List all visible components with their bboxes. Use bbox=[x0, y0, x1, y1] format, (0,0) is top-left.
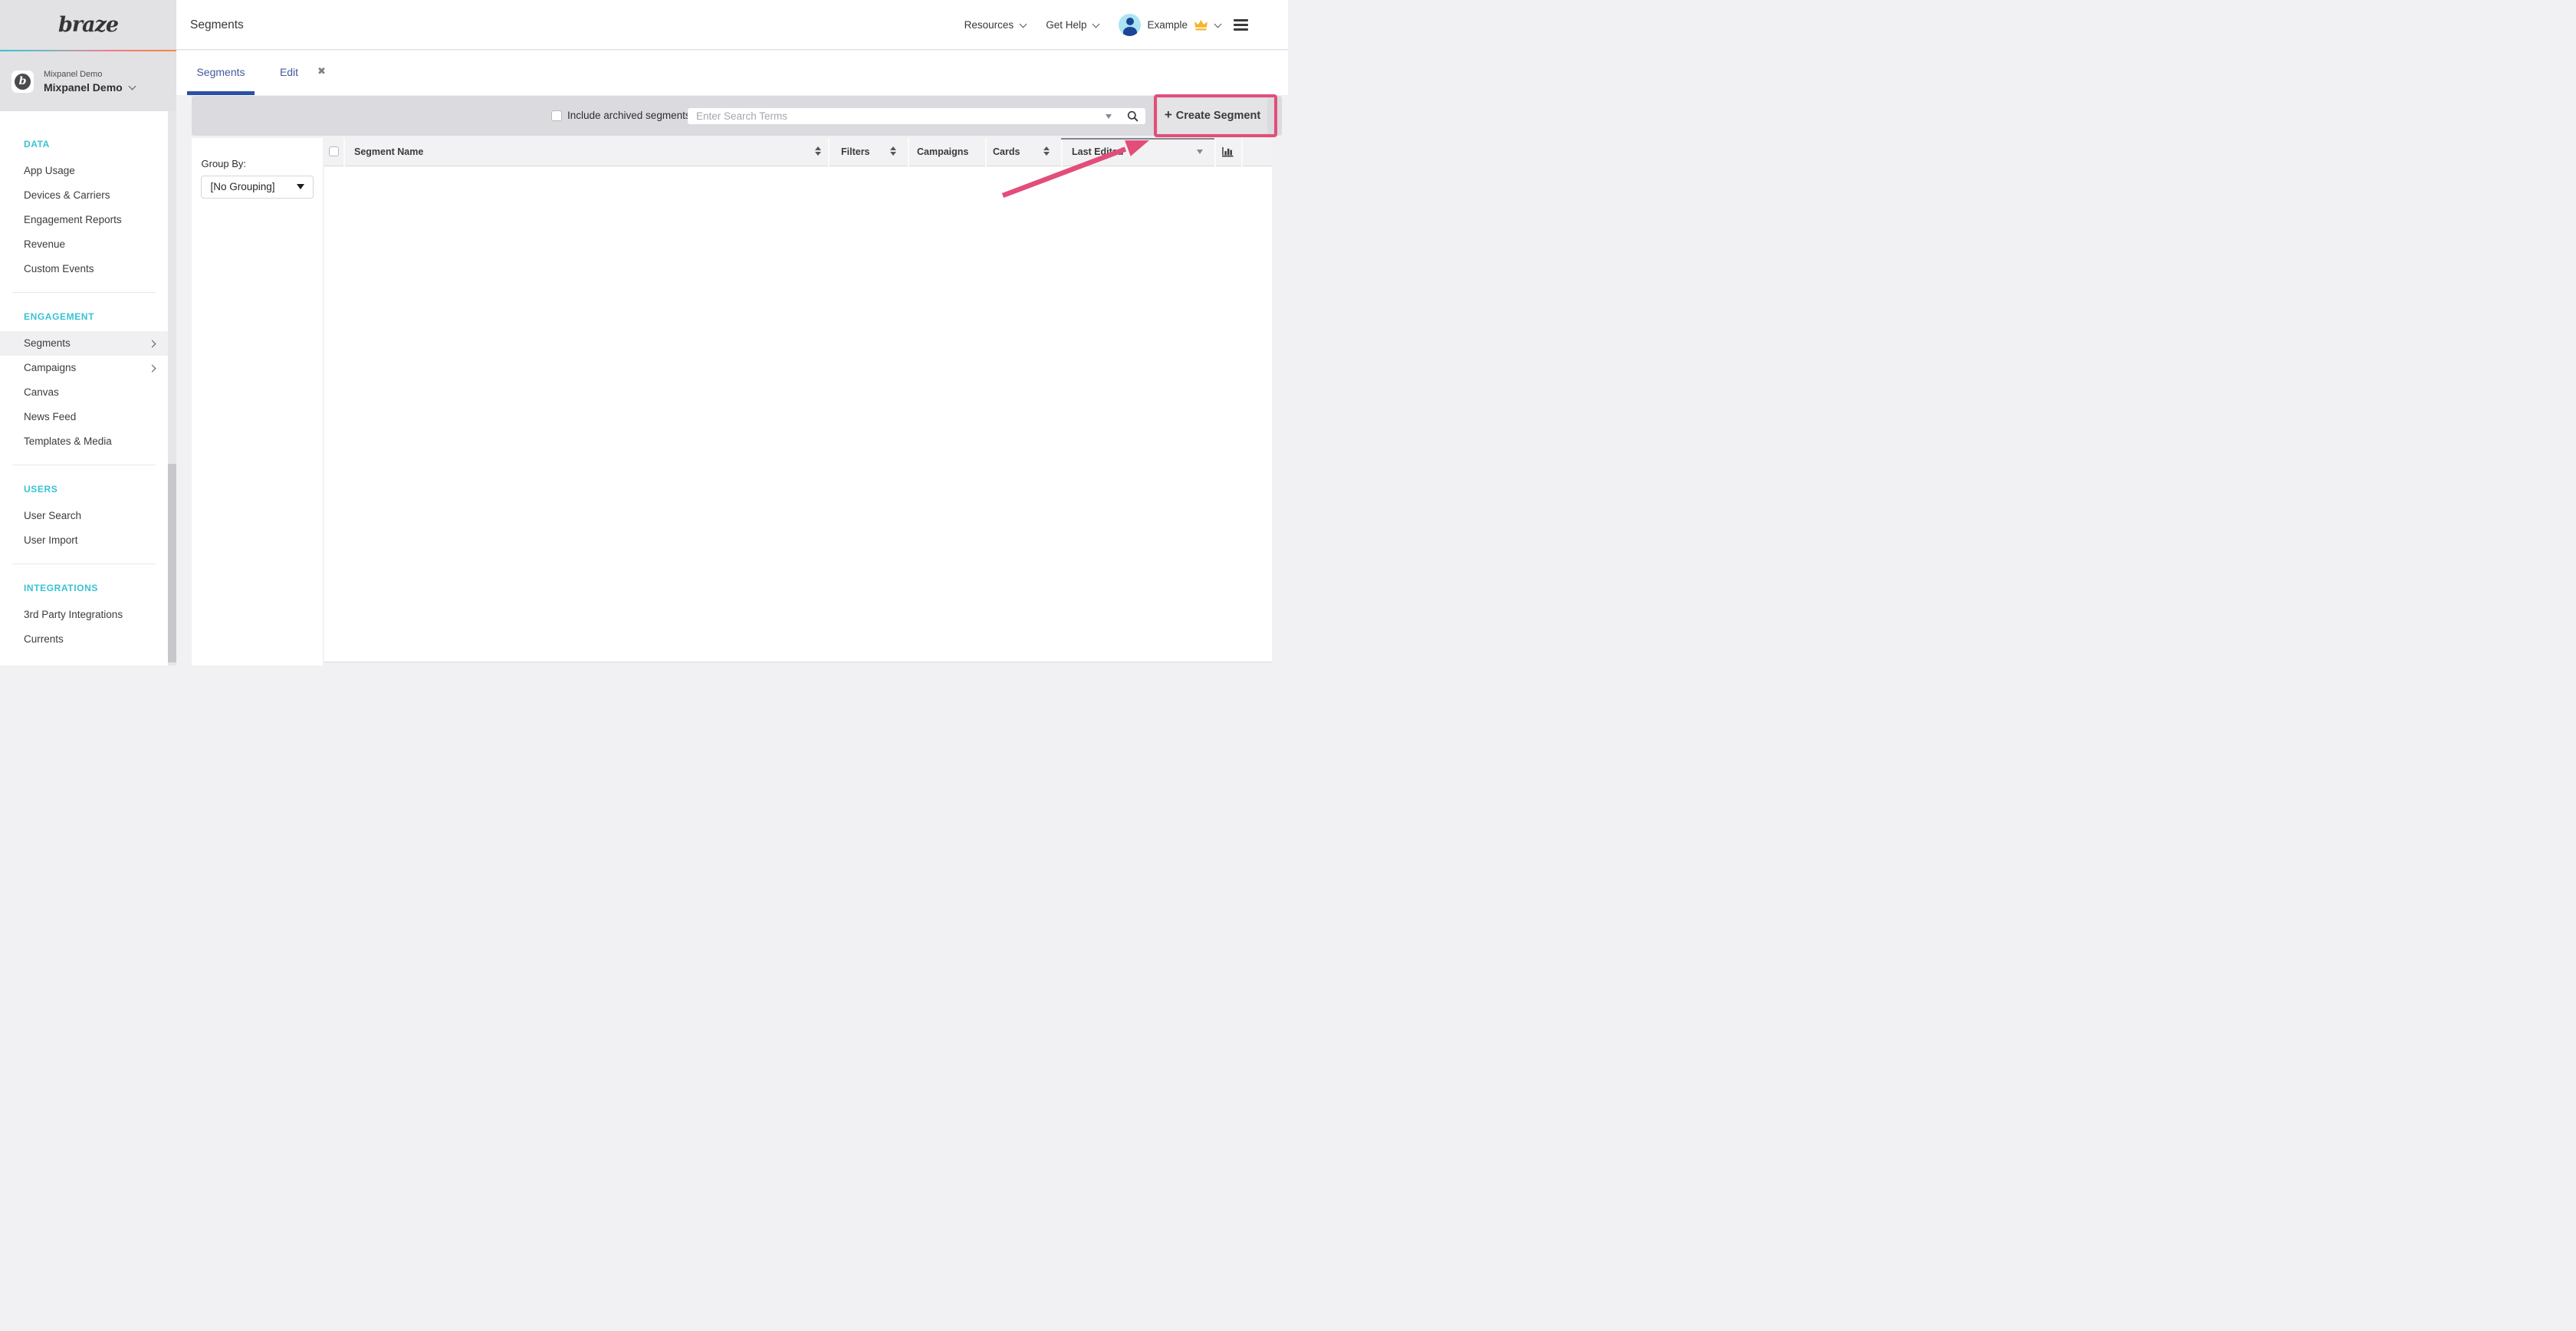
group-by-panel: Group By: [No Grouping] bbox=[192, 138, 323, 666]
sidebar-nav: DATA App Usage Devices & Carriers Engage… bbox=[0, 111, 168, 652]
sidebar-item-label: Campaigns bbox=[24, 362, 76, 373]
tab-bar: Segments Edit 'Test' ✖ bbox=[176, 51, 1288, 95]
sidebar-item-news-feed[interactable]: News Feed bbox=[0, 405, 168, 429]
workspace-icon: b bbox=[12, 71, 34, 93]
search-box bbox=[688, 108, 1145, 124]
section-heading-users: USERS bbox=[24, 481, 168, 498]
sort-direction-caret-icon[interactable] bbox=[1197, 150, 1203, 154]
divider bbox=[12, 292, 156, 293]
sidebar-item-devices-carriers[interactable]: Devices & Carriers bbox=[0, 183, 168, 208]
section-heading-integrations: INTEGRATIONS bbox=[24, 580, 168, 596]
segments-content: Include archived segments + Create Segme… bbox=[176, 95, 1288, 666]
dropdown-caret-icon bbox=[297, 184, 304, 189]
workspace-text: Mixpanel Demo Mixpanel Demo bbox=[44, 70, 135, 94]
sidebar-item-user-search[interactable]: User Search bbox=[0, 504, 168, 528]
tab-edit-test[interactable]: Edit 'Test' bbox=[267, 51, 311, 95]
column-header-last-edited[interactable]: Last Edited bbox=[1072, 138, 1123, 166]
section-heading-data: DATA bbox=[24, 136, 168, 153]
sort-icon[interactable] bbox=[1043, 146, 1050, 156]
chevron-right-icon bbox=[149, 340, 156, 348]
avatar[interactable] bbox=[1119, 14, 1141, 36]
create-segment-label: Create Segment bbox=[1176, 110, 1260, 122]
column-separator bbox=[1241, 138, 1243, 166]
sidebar-item-revenue[interactable]: Revenue bbox=[0, 232, 168, 257]
chevron-right-icon bbox=[149, 365, 156, 373]
logo-block: braze bbox=[0, 0, 176, 50]
create-segment-button[interactable]: + Create Segment bbox=[1158, 98, 1267, 133]
search-icon[interactable] bbox=[1127, 110, 1138, 126]
column-separator bbox=[828, 138, 830, 166]
section-items: App Usage Devices & Carriers Engagement … bbox=[0, 159, 168, 281]
column-separator bbox=[908, 138, 909, 166]
section-items: 3rd Party Integrations Currents bbox=[0, 603, 168, 652]
select-all-checkbox[interactable] bbox=[329, 146, 339, 156]
column-header-cards[interactable]: Cards bbox=[993, 138, 1020, 166]
chevron-down-icon bbox=[128, 82, 136, 90]
sidebar-item-3rd-party-integrations[interactable]: 3rd Party Integrations bbox=[0, 603, 168, 627]
group-by-select[interactable]: [No Grouping] bbox=[201, 176, 314, 199]
workspace-logo-icon: b bbox=[15, 74, 31, 90]
get-help-label: Get Help bbox=[1046, 19, 1086, 31]
segments-toolbar: Include archived segments + Create Segme… bbox=[192, 96, 1282, 136]
sidebar-item-custom-events[interactable]: Custom Events bbox=[0, 257, 168, 281]
sidebar-item-segments[interactable]: Segments bbox=[0, 331, 168, 356]
sidebar-item-campaigns[interactable]: Campaigns bbox=[0, 356, 168, 380]
hamburger-menu-icon[interactable] bbox=[1234, 18, 1248, 32]
search-input[interactable] bbox=[688, 108, 1145, 124]
sidebar-item-app-usage[interactable]: App Usage bbox=[0, 159, 168, 183]
close-tab-icon[interactable]: ✖ bbox=[317, 51, 326, 95]
get-help-menu[interactable]: Get Help bbox=[1046, 19, 1099, 31]
workspace-app-name: Mixpanel Demo bbox=[44, 70, 135, 79]
resources-menu[interactable]: Resources bbox=[964, 19, 1027, 31]
sort-icon[interactable] bbox=[890, 146, 896, 156]
column-header-filters[interactable]: Filters bbox=[841, 138, 870, 166]
sidebar-item-label: Segments bbox=[24, 337, 71, 349]
section-items: Segments Campaigns Canvas News Feed Temp… bbox=[0, 331, 168, 454]
column-separator bbox=[343, 138, 345, 166]
sidebar-item-currents[interactable]: Currents bbox=[0, 627, 168, 652]
sidebar-item-canvas[interactable]: Canvas bbox=[0, 380, 168, 405]
top-bar-right: Resources Get Help Example bbox=[964, 0, 1248, 50]
column-separator bbox=[1214, 138, 1216, 166]
crown-icon bbox=[1194, 19, 1208, 31]
chevron-down-icon bbox=[1092, 20, 1100, 28]
braze-logo: braze bbox=[58, 13, 118, 37]
search-dropdown-caret-icon[interactable] bbox=[1106, 114, 1112, 119]
column-header-segment-name[interactable]: Segment Name bbox=[354, 138, 423, 166]
sidebar-scrollbar[interactable] bbox=[168, 111, 177, 666]
account-name: Example bbox=[1147, 19, 1188, 31]
plus-icon: + bbox=[1165, 107, 1172, 123]
braze-dashboard: braze b Mixpanel Demo Mixpanel Demo DATA… bbox=[0, 0, 1288, 666]
section-heading-engagement: ENGAGEMENT bbox=[24, 308, 168, 325]
avatar-torso bbox=[1123, 27, 1137, 36]
workspace-name-row: Mixpanel Demo bbox=[44, 81, 135, 94]
avatar-head bbox=[1126, 18, 1134, 25]
page-title: Segments bbox=[190, 0, 244, 50]
column-separator bbox=[1061, 138, 1063, 166]
include-archived-checkbox[interactable] bbox=[551, 110, 562, 121]
sidebar: braze b Mixpanel Demo Mixpanel Demo DATA… bbox=[0, 0, 176, 666]
chevron-down-icon[interactable] bbox=[1214, 20, 1222, 28]
top-bar: Segments Resources Get Help Example bbox=[176, 0, 1288, 50]
group-by-value: [No Grouping] bbox=[211, 176, 275, 199]
resources-label: Resources bbox=[964, 19, 1014, 31]
workspace-name: Mixpanel Demo bbox=[44, 81, 123, 94]
column-separator bbox=[985, 138, 987, 166]
include-archived-label: Include archived segments bbox=[567, 96, 691, 136]
sort-icon[interactable] bbox=[815, 146, 821, 156]
group-by-label: Group By: bbox=[202, 158, 247, 169]
sidebar-item-user-import[interactable]: User Import bbox=[0, 528, 168, 553]
sidebar-item-engagement-reports[interactable]: Engagement Reports bbox=[0, 208, 168, 232]
sidebar-item-templates-media[interactable]: Templates & Media bbox=[0, 429, 168, 454]
table-body-empty bbox=[324, 166, 1272, 662]
analytics-chart-icon[interactable] bbox=[1222, 146, 1234, 161]
workspace-selector[interactable]: b Mixpanel Demo Mixpanel Demo bbox=[0, 51, 176, 111]
column-header-campaigns[interactable]: Campaigns bbox=[917, 138, 968, 166]
section-items: User Search User Import bbox=[0, 504, 168, 553]
table-header: Segment Name Filters Campaigns Cards Las… bbox=[324, 138, 1272, 166]
tab-segments[interactable]: Segments bbox=[187, 51, 255, 95]
scrollbar-thumb[interactable] bbox=[168, 464, 177, 662]
chevron-down-icon bbox=[1020, 20, 1027, 28]
